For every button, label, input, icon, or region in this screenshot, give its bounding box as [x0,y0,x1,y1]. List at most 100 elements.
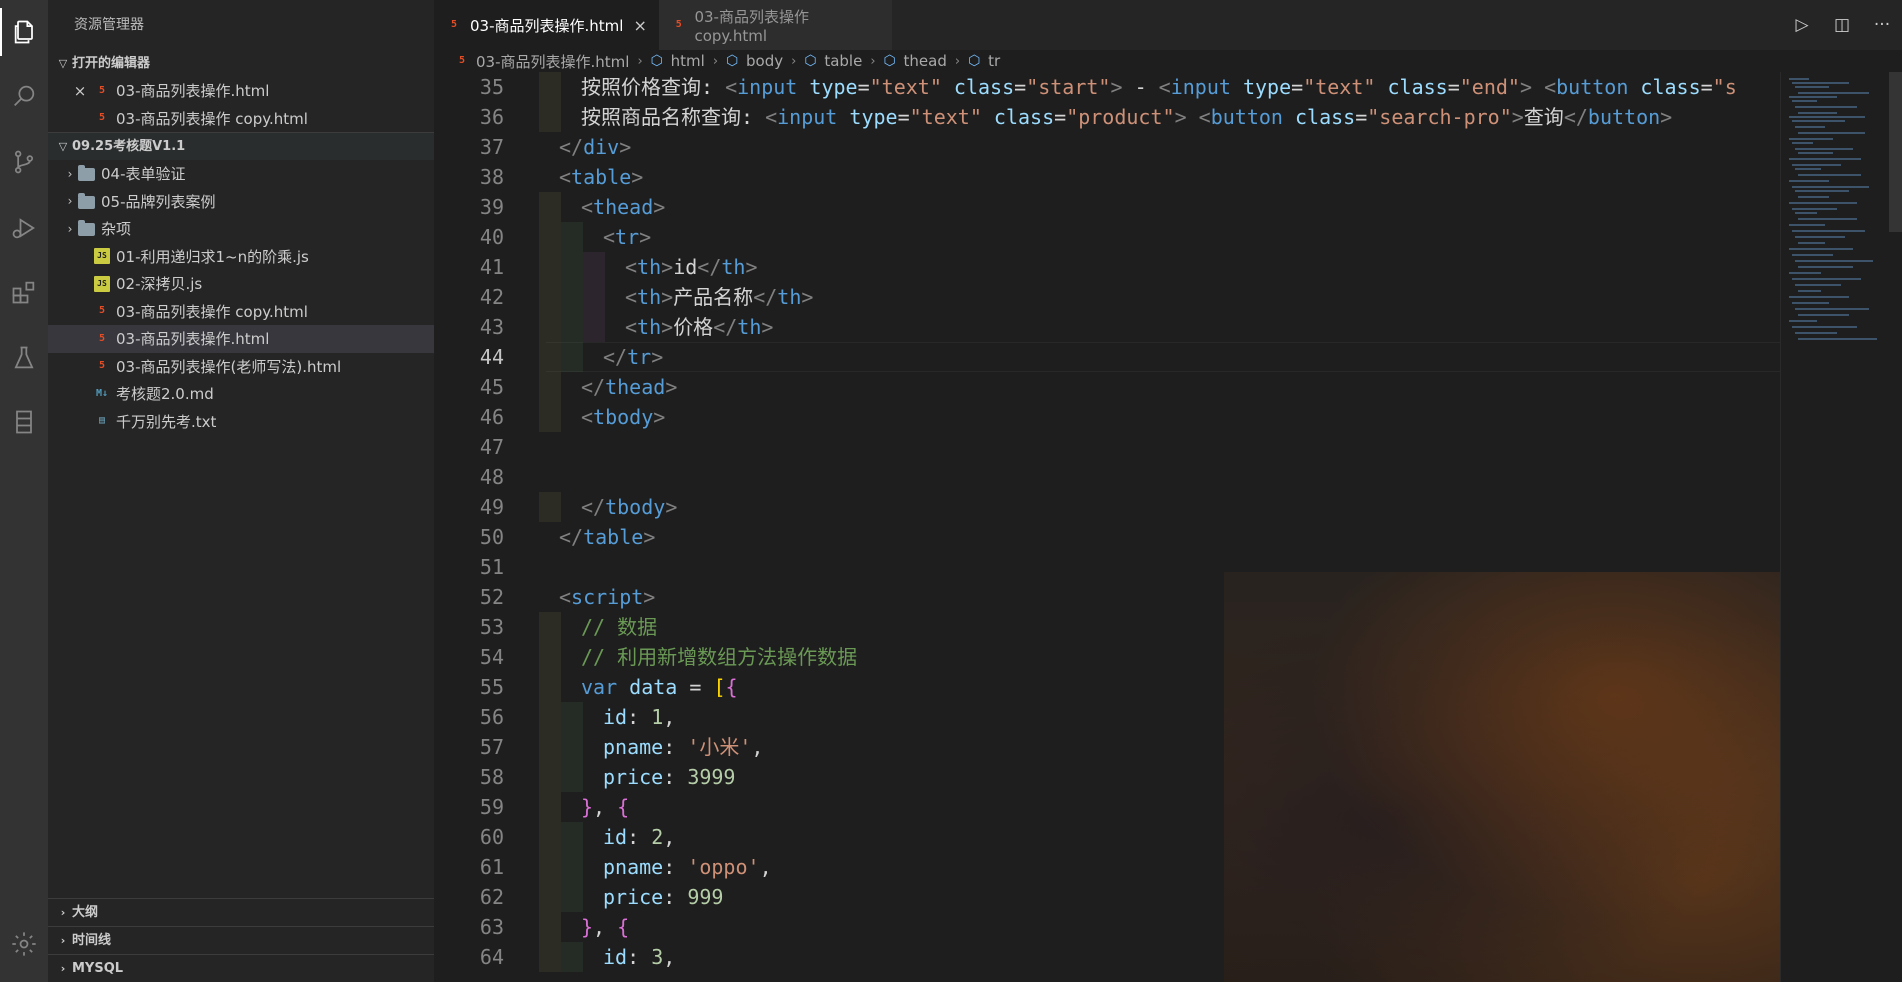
editor-tabbar: 5 03-商品列表操作.html × 5 03-商品列表操作 copy.html… [434,0,1902,50]
timeline-header[interactable]: › 时间线 [48,927,434,954]
code-line[interactable]: 61 pname: 'oppo', [434,852,1780,882]
indent-guide [561,252,583,282]
markdown-file-icon: M↓ [95,387,109,399]
indent-guide [539,72,561,102]
code-line[interactable]: 51 [434,552,1780,582]
open-editor-item[interactable]: × 5 03-商品列表操作.html [48,77,434,105]
more-actions-icon[interactable]: ··· [1862,15,1902,35]
breadcrumb-item[interactable]: ⬡ body [726,52,783,70]
code-line[interactable]: 59}, { [434,792,1780,822]
open-editors-header[interactable]: ▽ 打开的编辑器 [48,50,434,77]
search-icon[interactable] [0,72,48,120]
code-editor[interactable]: 35 按照价格查询: <input type="text" class="star… [434,72,1780,982]
code-content: </thead> [581,375,678,399]
line-number: 35 [479,75,504,99]
minimap-line [1795,236,1845,238]
close-icon[interactable]: × [633,16,646,35]
folder-label: 05-品牌列表案例 [101,192,216,211]
code-content: id: 3, [603,945,676,969]
code-line[interactable]: 60 id: 2, [434,822,1780,852]
close-icon[interactable]: × [72,82,88,100]
minimap-line [1798,152,1833,154]
code-line[interactable]: 55 var data = [{ [434,672,1780,702]
code-line[interactable]: 48 [434,462,1780,492]
code-line[interactable]: 41 <th>id</th> [434,252,1780,282]
code-line[interactable]: 40 <tr> [434,222,1780,252]
indent-guide [583,252,605,282]
remote-explorer-icon[interactable] [0,398,48,446]
breadcrumb-item[interactable]: ⬡ table [804,52,862,70]
minimap-line [1798,112,1837,114]
code-line[interactable]: 39 <thead> [434,192,1780,222]
breadcrumb-item[interactable]: 5 03-商品列表操作.html [454,51,629,72]
tree-folder[interactable]: › 05-品牌列表案例 [48,188,434,216]
code-line[interactable]: 43 <th>价格</th> [434,312,1780,342]
code-line[interactable]: 53 // 数据 [434,612,1780,642]
tree-file-selected[interactable]: 5 03-商品列表操作.html [48,325,434,353]
code-content: </table> [559,525,656,549]
tab-active[interactable]: 5 03-商品列表操作.html × [434,0,659,50]
code-content: id: 2, [603,825,676,849]
run-debug-icon[interactable] [0,204,48,252]
tree-file[interactable]: JS 01-利用递归求1~n的阶乘.js [48,243,434,271]
tree-file[interactable]: ▤ 千万别先考.txt [48,408,434,436]
file-label: 02-深拷贝.js [116,275,203,294]
code-line[interactable]: 36 按照商品名称查询: <input type="text" class="pr… [434,102,1780,132]
explorer-icon[interactable] [0,8,48,56]
mysql-header[interactable]: › MYSQL [48,955,434,982]
minimap-line [1789,272,1821,274]
code-line[interactable]: 63}, { [434,912,1780,942]
tree-folder[interactable]: › 04-表单验证 [48,160,434,188]
code-line[interactable]: 45 </thead> [434,372,1780,402]
project-folder-header[interactable]: ▽ 09.25考核题V1.1 [48,133,434,160]
extensions-icon[interactable] [0,268,48,316]
minimap-slider[interactable] [1889,72,1902,232]
minimap[interactable] [1780,72,1902,982]
indent-guide [561,222,583,252]
breadcrumb-label: table [824,52,863,70]
settings-gear-icon[interactable] [0,920,48,968]
code-line[interactable]: 62 price: 999 [434,882,1780,912]
run-icon[interactable]: ▷ [1782,15,1822,35]
code-line[interactable]: 37 </div> [434,132,1780,162]
tree-file[interactable]: 5 03-商品列表操作(老师写法).html [48,353,434,381]
breadcrumb-item[interactable]: ⬡ thead [884,52,947,70]
code-line[interactable]: 52 <script> [434,582,1780,612]
minimap-line [1795,260,1873,262]
indent-guide [539,882,561,912]
minimap-line [1792,230,1865,232]
code-line[interactable]: 49 </tbody> [434,492,1780,522]
tab-inactive[interactable]: 5 03-商品列表操作 copy.html [659,0,892,50]
section-label: 时间线 [72,933,112,948]
code-line[interactable]: 56 id: 1, [434,702,1780,732]
line-number: 52 [479,585,504,609]
code-line[interactable]: 42 <th>产品名称</th> [434,282,1780,312]
code-line[interactable]: 54 // 利用新增数组方法操作数据 [434,642,1780,672]
split-editor-icon[interactable]: ◫ [1822,15,1862,35]
section-label: 打开的编辑器 [72,56,151,71]
code-line[interactable]: 47 [434,432,1780,462]
code-line[interactable]: 46 <tbody> [434,402,1780,432]
breadcrumb-item[interactable]: ⬡ tr [968,52,1000,70]
code-line[interactable]: 64 id: 3, [434,942,1780,972]
indent-guide [539,282,561,312]
outline-header[interactable]: › 大纲 [48,899,434,926]
testing-icon[interactable] [0,334,48,382]
code-content: <th>id</th> [625,255,758,279]
tree-folder[interactable]: › 杂项 [48,215,434,243]
source-control-icon[interactable] [0,138,48,186]
code-line[interactable]: 44 </tr> [434,342,1780,372]
code-line[interactable]: 50 </table> [434,522,1780,552]
tree-file[interactable]: M↓ 考核题2.0.md [48,380,434,408]
tree-file[interactable]: JS 02-深拷贝.js [48,270,434,298]
breadcrumb-item[interactable]: ⬡ html [651,52,705,70]
code-content: <tbody> [581,405,666,429]
code-line[interactable]: 57 pname: '小米', [434,732,1780,762]
line-number: 55 [479,675,504,699]
code-line[interactable]: 38 <table> [434,162,1780,192]
code-line[interactable]: 35 按照价格查询: <input type="text" class="star… [434,72,1780,102]
code-line[interactable]: 58 price: 3999 [434,762,1780,792]
tree-file[interactable]: 5 03-商品列表操作 copy.html [48,298,434,326]
indent-guide [539,912,561,942]
open-editor-item[interactable]: 5 03-商品列表操作 copy.html [48,105,434,133]
